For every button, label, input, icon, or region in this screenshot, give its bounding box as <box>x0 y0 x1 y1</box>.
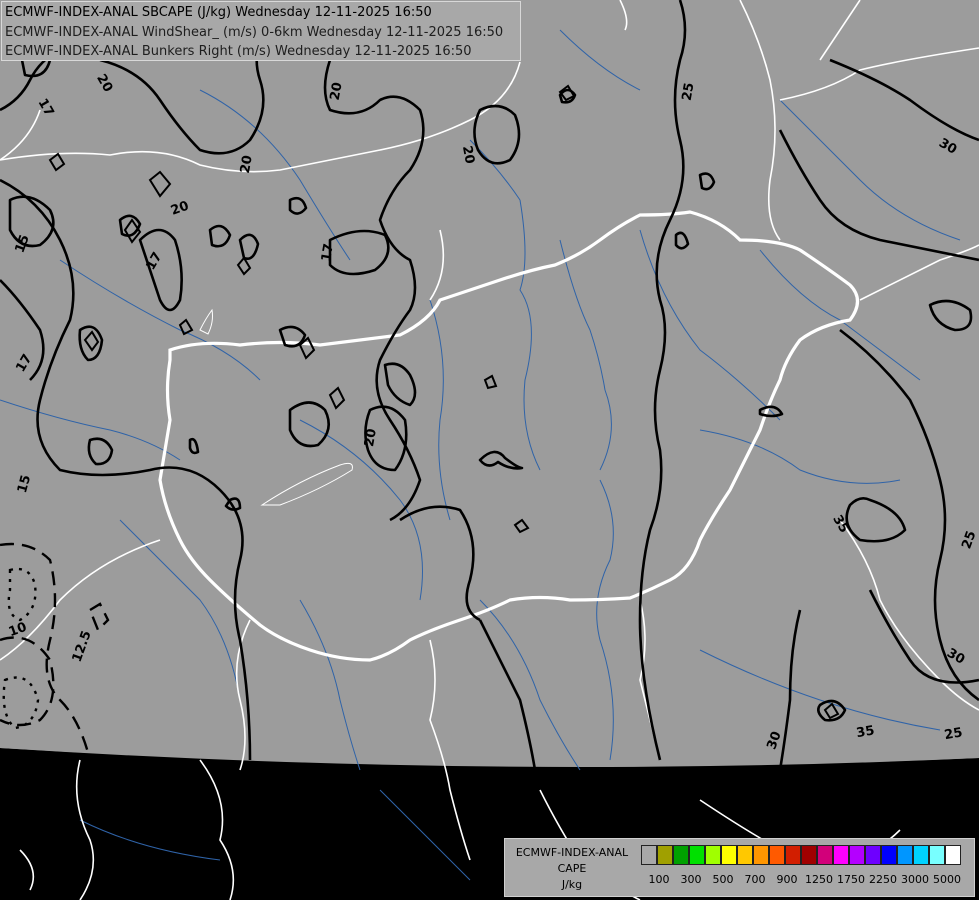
legend-title-line3: J/kg <box>561 878 583 891</box>
legend-swatch <box>881 845 897 865</box>
weather-map: 17 20 20 20 20 17 15 17 17 20 20 15 10 1… <box>0 0 979 900</box>
legend-swatch <box>721 845 737 865</box>
contour-label: 20 <box>459 145 477 165</box>
legend-swatch <box>801 845 817 865</box>
legend-tick-labels: 100 300 500 700 900 1250 1750 2250 3000 5000 <box>641 873 971 889</box>
contour-label: 17 <box>319 242 337 262</box>
legend-title-line1: ECMWF-INDEX-ANAL <box>515 846 629 859</box>
legend-tick-label: 1750 <box>837 873 865 886</box>
legend-swatch <box>945 845 961 865</box>
legend-swatch <box>897 845 913 865</box>
header-line-sbcape: ECMWF-INDEX-ANAL SBCAPE (J/kg) Wednesday… <box>5 5 432 20</box>
legend-tick-label: 300 <box>680 873 702 886</box>
legend-swatch <box>833 845 849 865</box>
legend-title: ECMWF-INDEX-ANAL CAPE J/kg <box>505 845 639 893</box>
legend-title-line2: CAPE <box>557 862 587 875</box>
legend-tick-label: 900 <box>776 873 798 886</box>
legend-swatch <box>753 845 769 865</box>
legend-tick-label: 500 <box>712 873 734 886</box>
legend-swatch <box>929 845 945 865</box>
legend-swatch <box>641 845 657 865</box>
contour-label: 35 <box>855 723 875 741</box>
legend-swatch <box>657 845 673 865</box>
cape-legend: ECMWF-INDEX-ANAL CAPE J/kg 100 300 500 700 9… <box>504 838 975 897</box>
header-line-bunkers: ECMWF-INDEX-ANAL Bunkers Right (m/s) Wed… <box>5 44 472 59</box>
legend-tick-label: 700 <box>744 873 766 886</box>
legend-swatch <box>737 845 753 865</box>
contour-label: 20 <box>328 81 346 101</box>
legend-tick-label: 2250 <box>869 873 897 886</box>
contour-label: 25 <box>943 725 963 743</box>
legend-swatch <box>689 845 705 865</box>
legend-tick-label: 1250 <box>805 873 833 886</box>
header-line-windshear: ECMWF-INDEX-ANAL WindShear_ (m/s) 0-6km … <box>5 24 504 40</box>
legend-swatch <box>817 845 833 865</box>
legend-swatch <box>673 845 689 865</box>
legend-tick-label: 5000 <box>933 873 961 886</box>
legend-color-scale <box>641 845 961 867</box>
legend-swatch <box>705 845 721 865</box>
legend-swatch <box>785 845 801 865</box>
contour-label: 25 <box>680 82 698 102</box>
legend-swatch <box>865 845 881 865</box>
contour-label: 20 <box>362 428 380 448</box>
legend-tick-label: 3000 <box>901 873 929 886</box>
contour-label: 20 <box>238 154 256 174</box>
legend-swatch <box>913 845 929 865</box>
legend-swatch <box>769 845 785 865</box>
legend-swatch <box>849 845 865 865</box>
map-header: ECMWF-INDEX-ANAL SBCAPE (J/kg) Wednesday… <box>1 1 521 61</box>
legend-tick-label: 100 <box>648 873 670 886</box>
